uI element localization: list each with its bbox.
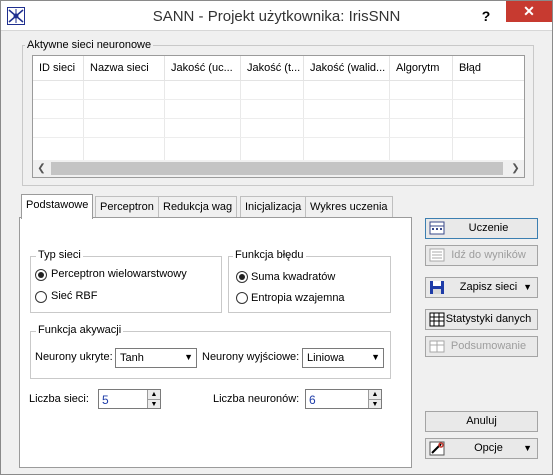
chevron-down-icon: ▼	[184, 352, 193, 362]
scroll-right-icon[interactable]: ❯	[507, 160, 524, 177]
output-activation-value: Liniowa	[307, 352, 345, 364]
train-button[interactable]: Uczenie	[425, 218, 538, 239]
spin-down-icon[interactable]: ▼	[368, 399, 381, 408]
network-type-label: Typ sieci	[36, 249, 83, 261]
grid-line	[165, 81, 241, 161]
data-statistics-button[interactable]: Statystyki danych	[425, 309, 538, 330]
error-function-group	[228, 256, 391, 313]
network-type-group	[30, 256, 222, 313]
sum-squares-radio-label[interactable]: Suma kwadratów	[251, 271, 335, 283]
spin-up-icon[interactable]: ▲	[368, 390, 381, 399]
cancel-button-label: Anuluj	[466, 415, 497, 427]
neuron-count-value[interactable]: 6	[309, 393, 316, 407]
column-header-quality-test[interactable]: Jakość (t...	[241, 56, 304, 81]
tab-initialization[interactable]: Inicjalizacja	[240, 196, 307, 218]
cancel-button[interactable]: Anuluj	[425, 411, 538, 432]
grid-line	[33, 118, 524, 119]
dialog-window: SANN - Projekt użytkownika: IrisSNN ? ✕ …	[0, 0, 553, 475]
active-networks-label: Aktywne sieci neuronowe	[25, 39, 154, 51]
cross-entropy-radio[interactable]	[236, 292, 248, 304]
title-bar: SANN - Projekt użytkownika: IrisSNN ? ✕	[1, 1, 552, 31]
networks-list-header: ID sieci Nazwa sieci Jakość (uc... Jakoś…	[33, 56, 524, 81]
close-button[interactable]: ✕	[506, 1, 552, 22]
networks-list[interactable]: ID sieci Nazwa sieci Jakość (uc... Jakoś…	[32, 55, 525, 178]
hidden-activation-value: Tanh	[120, 352, 144, 364]
network-count-spinner[interactable]: 5 ▲ ▼	[98, 389, 161, 409]
hidden-activation-select[interactable]: Tanh ▼	[115, 348, 197, 368]
grid-line	[84, 81, 165, 161]
grid-line	[390, 81, 453, 161]
scroll-left-icon[interactable]: ❮	[33, 160, 50, 177]
tab-training-chart[interactable]: Wykres uczenia	[305, 196, 393, 218]
options-button-label: Opcje	[474, 442, 503, 454]
column-header-quality-train[interactable]: Jakość (uc...	[165, 56, 241, 81]
chevron-down-icon: ▼	[523, 443, 532, 453]
scrollbar-thumb[interactable]	[51, 162, 503, 175]
save-networks-button-label: Zapisz sieci	[459, 281, 518, 293]
cross-entropy-radio-label[interactable]: Entropia wzajemna	[251, 292, 345, 304]
tab-panel-basic: Typ sieci Perceptron wielowarstwowy Sieć…	[19, 217, 412, 468]
tab-perceptron[interactable]: Perceptron	[95, 196, 159, 218]
goto-results-button-label: Idź do wyników	[451, 249, 526, 261]
output-neurons-label: Neurony wyjściowe:	[202, 351, 300, 363]
spin-up-icon[interactable]: ▲	[147, 390, 160, 399]
train-button-label: Uczenie	[468, 222, 509, 234]
grid-line	[241, 81, 304, 161]
tab-weight-decay[interactable]: Redukcja wag	[158, 196, 238, 218]
column-header-error[interactable]: Błąd	[453, 56, 524, 81]
output-activation-select[interactable]: Liniowa ▼	[302, 348, 384, 368]
neuron-count-spinner[interactable]: 6 ▲ ▼	[305, 389, 382, 409]
summary-button-label: Podsumowanie	[450, 340, 527, 352]
chevron-down-icon: ▼	[371, 352, 380, 362]
horizontal-scrollbar[interactable]: ❮ ❯	[33, 160, 524, 177]
rbf-radio-label[interactable]: Sieć RBF	[51, 290, 97, 302]
column-header-id[interactable]: ID sieci	[33, 56, 84, 81]
chevron-down-icon: ▼	[523, 282, 532, 292]
error-function-label: Funkcja błędu	[233, 249, 306, 261]
rbf-radio[interactable]	[35, 291, 47, 303]
help-button[interactable]: ?	[475, 7, 497, 25]
column-header-quality-validation[interactable]: Jakość (walid...	[304, 56, 390, 81]
hidden-neurons-label: Neurony ukryte:	[35, 351, 113, 363]
options-button[interactable]: Opcje ▼	[425, 438, 538, 459]
grid-line	[33, 137, 524, 138]
network-count-label: Liczba sieci:	[29, 393, 89, 405]
sum-squares-radio[interactable]	[236, 271, 248, 283]
grid-line	[304, 81, 390, 161]
summary-button[interactable]: Podsumowanie	[425, 336, 538, 357]
mlp-radio-label[interactable]: Perceptron wielowarstwowy	[51, 268, 187, 280]
spin-down-icon[interactable]: ▼	[147, 399, 160, 408]
mlp-radio[interactable]	[35, 269, 47, 281]
goto-results-button[interactable]: Idź do wyników	[425, 245, 538, 266]
neuron-count-label: Liczba neuronów:	[213, 393, 300, 405]
activation-label: Funkcja akywacji	[36, 324, 124, 336]
data-statistics-button-label: Statystyki danych	[445, 313, 532, 325]
window-title: SANN - Projekt użytkownika: IrisSNN	[152, 8, 401, 25]
column-header-name[interactable]: Nazwa sieci	[84, 56, 165, 81]
save-networks-button[interactable]: Zapisz sieci ▼	[425, 277, 538, 298]
grid-line	[33, 99, 524, 100]
network-count-value[interactable]: 5	[102, 393, 109, 407]
tab-basic[interactable]: Podstawowe	[21, 194, 94, 219]
column-header-algorithm[interactable]: Algorytm	[390, 56, 453, 81]
grid-line	[33, 81, 84, 161]
